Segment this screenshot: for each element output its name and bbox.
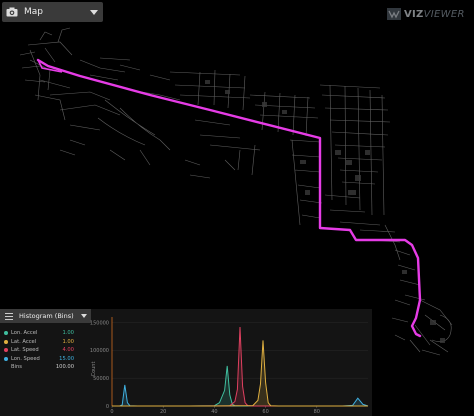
map-panel-title: Map [24, 7, 43, 17]
map-buildings [205, 80, 445, 343]
histogram-chart[interactable]: 1500001000005000000 20 40 60 80Count [0, 309, 372, 416]
x-tick-label: 40 [211, 409, 217, 415]
logo-text: VIZVIEWER [404, 8, 465, 20]
y-tick-label: 150000 [90, 320, 109, 326]
map-panel-header[interactable]: Map [2, 2, 103, 22]
y-tick-label: 0 [106, 404, 109, 410]
x-tick-label: 20 [160, 409, 166, 415]
y-axis-label: Count [91, 362, 97, 377]
x-tick-label: 80 [314, 409, 320, 415]
route-path [36, 58, 422, 338]
vizviewer-logo: VIZVIEWER [387, 7, 465, 21]
x-tick-label: 60 [262, 409, 268, 415]
logo-mark-icon [387, 8, 401, 20]
x-tick-label: 0 [110, 409, 113, 415]
y-tick-label: 100000 [90, 348, 109, 354]
chevron-down-icon[interactable] [90, 9, 98, 15]
histogram-panel: Histogram (Bins) Lon. Accel 1.00 Lat. Ac… [0, 309, 372, 416]
camera-icon[interactable] [6, 7, 18, 17]
